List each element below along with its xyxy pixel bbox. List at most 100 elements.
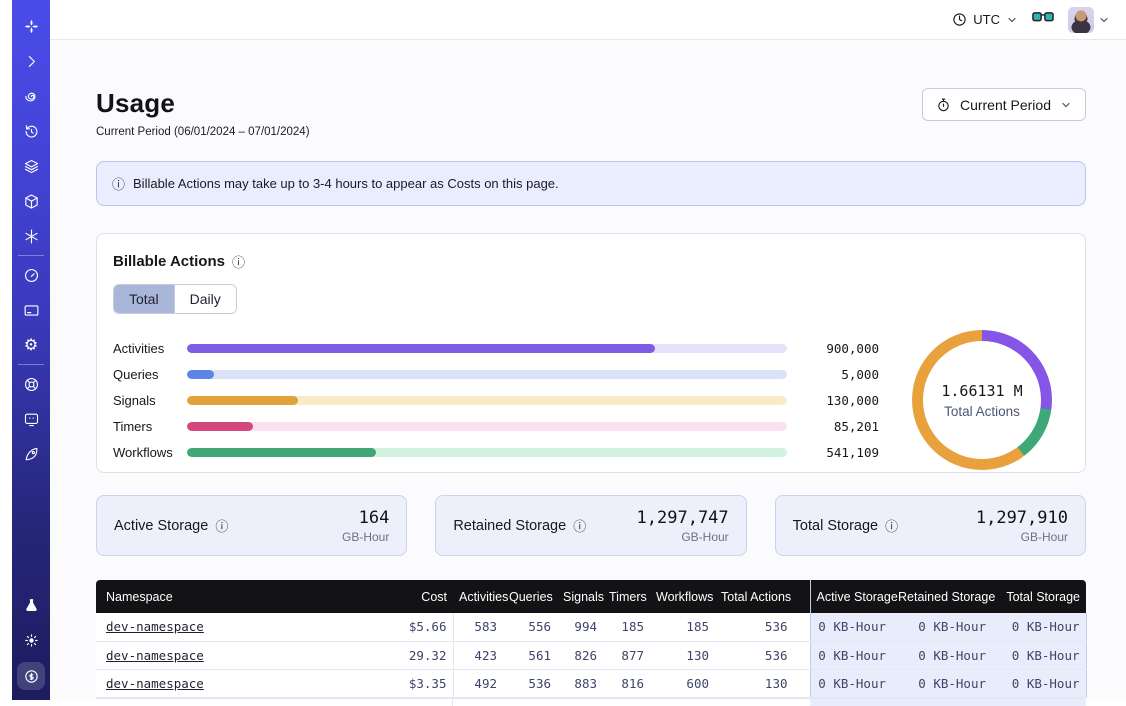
period-selector-button[interactable]: Current Period: [922, 88, 1086, 121]
expand-sidebar-chevron-right-icon[interactable]: [18, 48, 44, 74]
cell-timers: 185: [603, 613, 650, 641]
billable-actions-title-text: Billable Actions: [113, 253, 225, 270]
topbar: UTC: [50, 0, 1126, 40]
namespace-link[interactable]: dev-namespace: [106, 676, 204, 691]
sidebar-divider: [18, 255, 44, 256]
total-actions-value: 1.66131 M: [941, 382, 1022, 400]
support-lifebuoy-icon[interactable]: [18, 371, 44, 397]
billing-card-icon[interactable]: [18, 297, 44, 323]
bar-row-queries: Queries5,000: [113, 370, 879, 379]
cell-total-storage: 0 KB-Hour: [992, 669, 1086, 697]
clock-icon: [952, 12, 967, 27]
cell-activities: 492: [453, 669, 503, 697]
bar-value: 130,000: [787, 393, 879, 408]
bar-chart: Activities900,000Queries5,000Signals130,…: [113, 344, 879, 457]
history-clock-icon[interactable]: [18, 118, 44, 144]
cell-total-storage: 0 KB-Hour: [992, 641, 1086, 669]
retained-storage-card: Retained Storageⓘ 1,297,747GB-Hour: [435, 495, 746, 556]
total-storage-card: Total Storageⓘ 1,297,910GB-Hour: [775, 495, 1086, 556]
total-storage-label: Total Storage: [793, 518, 878, 534]
active-storage-label: Active Storage: [114, 518, 208, 534]
column-header-namespace: Namespace: [96, 580, 351, 613]
bar-track: [187, 344, 787, 353]
settings-gear-icon[interactable]: ⚙: [18, 332, 44, 358]
getting-started-rocket-icon[interactable]: [18, 441, 44, 467]
info-icon: ⓘ: [112, 174, 125, 193]
column-header-queries: Queries: [503, 580, 557, 613]
info-banner: ⓘ Billable Actions may take up to 3-4 ho…: [96, 161, 1086, 206]
bar-value: 541,109: [787, 445, 879, 460]
active-storage-value: 164: [342, 508, 389, 528]
next-table-row-partial: [96, 698, 1086, 706]
sidebar-lower-group: [12, 371, 50, 467]
main-content: Usage Current Period (06/01/2024 – 07/01…: [50, 40, 1126, 700]
storage-summary-row: Active Storageⓘ 164GB-Hour Retained Stor…: [96, 495, 1086, 556]
bar-row-timers: Timers85,201: [113, 422, 879, 431]
cell-cost: $3.35: [351, 669, 453, 697]
bar-value: 85,201: [787, 419, 879, 434]
deployments-cube-icon[interactable]: [18, 188, 44, 214]
chevron-down-icon: [1060, 99, 1072, 111]
temporal-logo-icon[interactable]: [18, 13, 44, 39]
bar-value: 5,000: [787, 367, 879, 382]
feedback-chat-icon[interactable]: [18, 406, 44, 432]
theme-sun-icon[interactable]: [18, 627, 44, 653]
column-header-retained-storage: Retained Storage: [892, 580, 992, 613]
bar-track: [187, 448, 787, 457]
retained-storage-unit: GB-Hour: [637, 530, 729, 544]
cell-queries: 561: [503, 641, 557, 669]
cell-signals: 826: [557, 641, 603, 669]
cell-total-actions: 536: [715, 641, 810, 669]
info-icon[interactable]: ⓘ: [885, 516, 898, 535]
table-header-row: NamespaceCostActivitiesQueriesSignalsTim…: [96, 580, 1086, 613]
billable-actions-title: Billable Actions ⓘ: [113, 252, 1069, 271]
usage-gauge-icon[interactable]: [18, 262, 44, 288]
total-storage-value: 1,297,910: [976, 508, 1068, 528]
billable-actions-chart: Activities900,000Queries5,000Signals130,…: [113, 330, 1069, 470]
cell-namespace[interactable]: dev-namespace: [96, 641, 351, 669]
labs-flask-icon[interactable]: [18, 592, 44, 618]
cell-signals: 994: [557, 613, 603, 641]
bar-label: Activities: [113, 341, 187, 356]
timezone-label: UTC: [973, 12, 1000, 27]
cell-retained-storage: 0 KB-Hour: [892, 669, 992, 697]
retained-storage-value: 1,297,747: [637, 508, 729, 528]
cell-total-storage: 0 KB-Hour: [992, 613, 1086, 641]
user-menu[interactable]: [1068, 7, 1110, 33]
cell-active-storage: 0 KB-Hour: [810, 613, 892, 641]
info-icon[interactable]: ⓘ: [232, 252, 245, 271]
cell-namespace[interactable]: dev-namespace: [96, 613, 351, 641]
nexus-asterisk-icon[interactable]: [18, 223, 44, 249]
total-actions-label: Total Actions: [944, 404, 1020, 419]
cell-namespace[interactable]: dev-namespace: [96, 669, 351, 697]
bar-fill: [187, 396, 298, 405]
info-icon[interactable]: ⓘ: [215, 516, 228, 535]
info-banner-text: Billable Actions may take up to 3-4 hour…: [133, 176, 559, 191]
bar-fill: [187, 448, 376, 457]
timezone-selector[interactable]: UTC: [952, 12, 1018, 27]
billable-actions-tabs: TotalDaily: [113, 284, 237, 314]
tab-total[interactable]: Total: [114, 285, 174, 313]
cell-workflows: 130: [650, 641, 715, 669]
page-header: Usage Current Period (06/01/2024 – 07/01…: [96, 88, 1086, 138]
chevron-down-icon: [1006, 14, 1018, 26]
layers-icon[interactable]: [18, 153, 44, 179]
cell-queries: 556: [503, 613, 557, 641]
info-icon[interactable]: ⓘ: [573, 516, 586, 535]
sidebar: ⚙: [12, 0, 50, 700]
glasses-icon[interactable]: [1032, 10, 1054, 29]
donut-ring: 1.66131 M Total Actions: [912, 330, 1052, 470]
billable-actions-card: Billable Actions ⓘ TotalDaily Activities…: [96, 233, 1086, 473]
bar-fill: [187, 370, 214, 379]
tab-daily[interactable]: Daily: [174, 285, 236, 313]
namespaces-spiral-icon[interactable]: [18, 83, 44, 109]
page-gutter: [0, 0, 12, 700]
cell-timers: 816: [603, 669, 650, 697]
billing-coin-icon-active[interactable]: [17, 662, 45, 690]
bar-fill: [187, 344, 655, 353]
bar-track: [187, 370, 787, 379]
cell-workflows: 185: [650, 613, 715, 641]
cell-active-storage: 0 KB-Hour: [810, 669, 892, 697]
namespace-link[interactable]: dev-namespace: [106, 648, 204, 663]
namespace-link[interactable]: dev-namespace: [106, 619, 204, 634]
